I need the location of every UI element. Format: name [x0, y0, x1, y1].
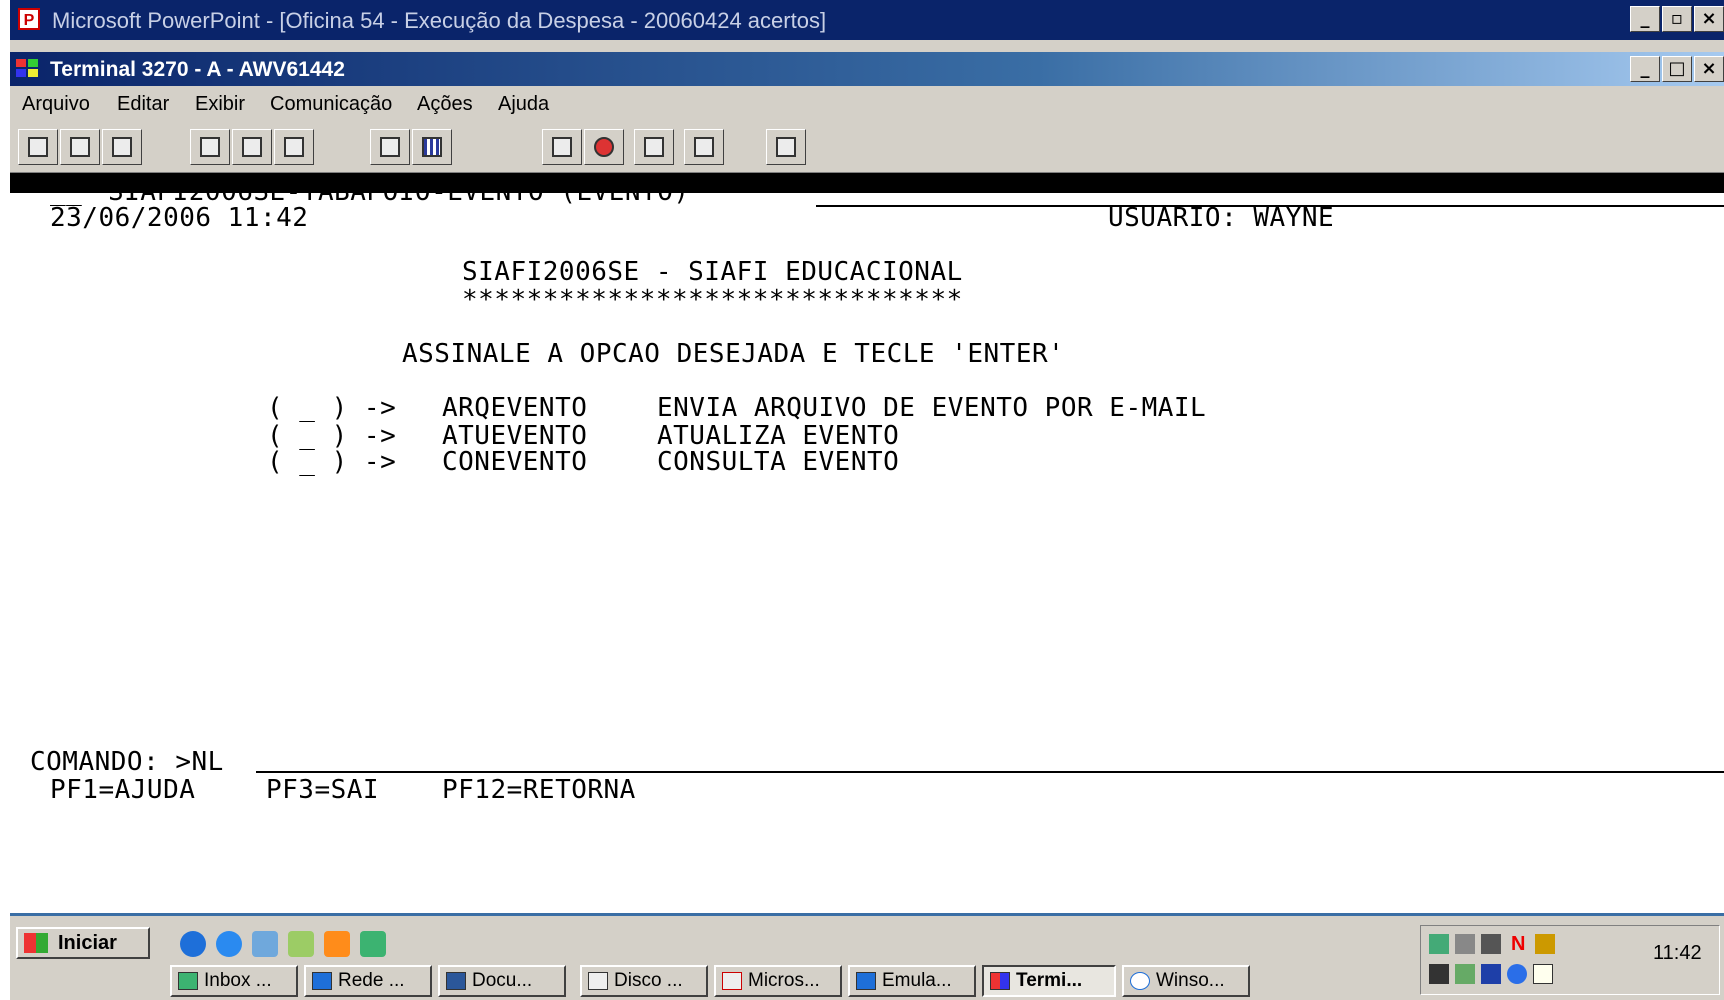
ie-icon[interactable] [180, 931, 206, 957]
task-documento[interactable]: Docu... [438, 965, 566, 997]
terminal-minimize-button[interactable]: _ [1630, 56, 1660, 82]
paste-special-icon[interactable] [274, 129, 314, 165]
exit-icon[interactable] [102, 129, 142, 165]
task-terminal[interactable]: Termi... [982, 965, 1116, 997]
terminal-icon [990, 972, 1010, 990]
option-description: CONSULTA EVENTO [657, 447, 900, 477]
terminal-maximize-button[interactable]: □ [1662, 56, 1692, 82]
screen-user: USUARIO: WAYNE [1108, 203, 1335, 233]
task-emulador[interactable]: Emula... [848, 965, 976, 997]
instruction-text: ASSINALE A OPCAO DESEJADA E TECLE 'ENTER… [402, 339, 1065, 369]
screen-datetime: 23/06/2006 11:42 [50, 203, 309, 233]
word-icon [446, 972, 466, 990]
task-label: Termi... [1016, 970, 1083, 991]
outlook-icon[interactable] [252, 931, 278, 957]
powerpoint-restore-button[interactable]: ▫ [1662, 6, 1692, 32]
system-tray: N 11:42 [1420, 925, 1720, 995]
network-icon[interactable] [1429, 934, 1449, 954]
option-code: ARQEVENTO [442, 393, 588, 423]
desktop-icon[interactable] [288, 931, 314, 957]
terminal-titlebar: Terminal 3270 - A - AWV61442 _ □ × [10, 52, 1724, 86]
media-icon[interactable] [324, 931, 350, 957]
terminal-window-title: Terminal 3270 - A - AWV61442 [50, 58, 345, 81]
disk-icon [588, 972, 608, 990]
menu-ajuda[interactable]: Ajuda [498, 93, 549, 116]
clock[interactable]: 11:42 [1653, 942, 1702, 965]
system-title: SIAFI2006SE - SIAFI EDUCACIONAL [462, 257, 963, 287]
powerpoint-icon [722, 972, 742, 990]
task-label: Micros... [748, 970, 820, 991]
task-rede[interactable]: Rede ... [304, 965, 432, 997]
terminal-close-button[interactable]: × [1694, 56, 1724, 82]
outlook-icon [178, 972, 198, 990]
mail-icon[interactable] [1533, 964, 1553, 984]
task-winsock[interactable]: Winso... [1122, 965, 1250, 997]
app-icon[interactable] [360, 931, 386, 957]
ie-icon [856, 972, 876, 990]
command-input-line[interactable] [256, 771, 1724, 773]
menu-editar[interactable]: Editar [117, 93, 169, 116]
windows-logo-icon [24, 933, 48, 953]
option-code: CONEVENTO [442, 447, 588, 477]
powerpoint-titlebar: P Microsoft PowerPoint - [Oficina 54 - E… [10, 0, 1724, 40]
computer-icon[interactable] [1481, 934, 1501, 954]
start-label: Iniciar [58, 932, 117, 954]
winsock-icon [1130, 972, 1150, 990]
task-powerpoint[interactable]: Micros... [714, 965, 842, 997]
start-button[interactable]: Iniciar [16, 927, 150, 959]
copy-icon[interactable] [190, 129, 230, 165]
language-icon[interactable] [1481, 964, 1501, 984]
menu-arquivo[interactable]: Arquivo [22, 93, 90, 116]
task-label: Disco ... [614, 970, 683, 991]
task-label: Docu... [472, 970, 533, 991]
receive-file-icon[interactable] [60, 129, 100, 165]
powerpoint-close-button[interactable]: × [1694, 6, 1724, 32]
taskbar: Iniciar Inbox ... Rede ... Docu... Disco… [10, 919, 1724, 1000]
macro-icon[interactable] [370, 129, 410, 165]
transfer-alt-icon[interactable] [684, 129, 724, 165]
pf12-key[interactable]: PF12=RETORNA [442, 775, 636, 805]
option-selector[interactable]: ( _ ) -> [267, 447, 396, 477]
title-underline-stars: ******************************* [462, 285, 963, 315]
option-description: ENVIA ARQUIVO DE EVENTO POR E-MAIL [657, 393, 1207, 423]
command-field[interactable]: COMANDO: >NL [30, 747, 224, 777]
pf3-key[interactable]: PF3=SAI [266, 775, 379, 805]
powerpoint-window-title: Microsoft PowerPoint - [Oficina 54 - Exe… [52, 8, 827, 33]
paste-icon[interactable] [232, 129, 272, 165]
task-label: Inbox ... [204, 970, 272, 991]
volume-icon[interactable] [1455, 934, 1475, 954]
norton-icon[interactable]: N [1511, 934, 1531, 954]
powerpoint-menu-strip [10, 40, 1724, 52]
powerpoint-icon: P [18, 8, 40, 30]
task-label: Emula... [882, 970, 952, 991]
terminal-screen[interactable]: __ SIAFI2006SE-TABAPOIO-EVENTO (EVENTO) … [10, 177, 1724, 913]
menu-exibir[interactable]: Exibir [195, 93, 245, 116]
upload-icon[interactable] [542, 129, 582, 165]
task-inbox[interactable]: Inbox ... [170, 965, 298, 997]
usb-icon[interactable] [1455, 964, 1475, 984]
powerpoint-minimize-button[interactable]: _ [1630, 6, 1660, 32]
terminal-icon [16, 59, 40, 79]
task-disco[interactable]: Disco ... [580, 965, 708, 997]
menu-bar: Arquivo Editar Exibir Comunicação Ações … [10, 86, 1724, 122]
ie-icon [312, 972, 332, 990]
ie-alt-icon[interactable] [216, 931, 242, 957]
task-label: Winso... [1156, 970, 1225, 991]
record-icon[interactable] [584, 129, 624, 165]
chart-icon[interactable] [1535, 934, 1555, 954]
display-icon[interactable] [1429, 964, 1449, 984]
send-file-icon[interactable] [18, 129, 58, 165]
task-label: Rede ... [338, 970, 405, 991]
toolbar [10, 122, 1724, 173]
option-selector[interactable]: ( _ ) -> [267, 393, 396, 423]
pf1-key[interactable]: PF1=AJUDA [50, 775, 195, 805]
menu-acoes[interactable]: Ações [417, 93, 473, 116]
coffee-icon[interactable] [766, 129, 806, 165]
menu-comunicacao[interactable]: Comunicação [270, 93, 392, 116]
transfer-icon[interactable] [634, 129, 674, 165]
wave-icon[interactable] [1507, 964, 1527, 984]
keypad-icon[interactable] [412, 129, 452, 165]
